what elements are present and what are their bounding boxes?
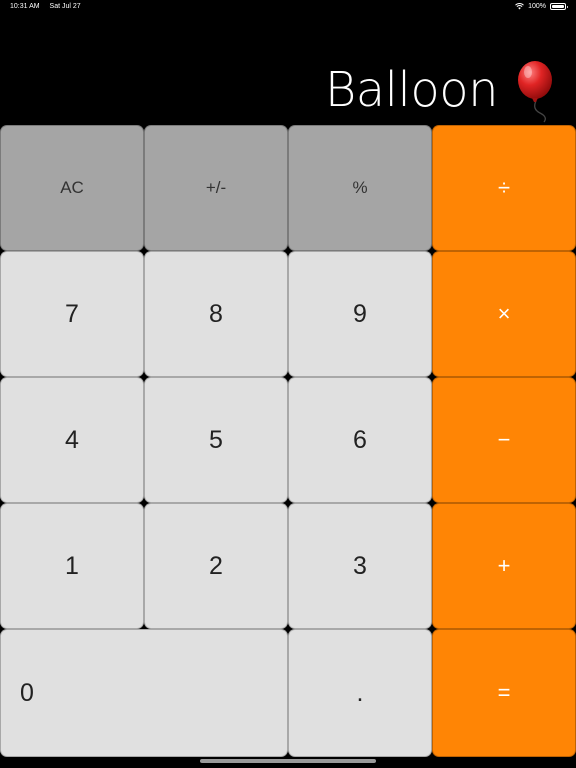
home-indicator[interactable]	[200, 759, 376, 763]
battery-percent: 100%	[528, 3, 546, 10]
plus-minus-button[interactable]: +/-	[144, 125, 288, 251]
multiply-button[interactable]: ×	[432, 251, 576, 377]
calculator-display: Balloon	[0, 56, 576, 124]
digit-8-button[interactable]: 8	[144, 251, 288, 377]
digit-6-button[interactable]: 6	[288, 377, 432, 503]
equals-button[interactable]: =	[432, 629, 576, 757]
display-value: Balloon	[324, 62, 499, 118]
digit-1-button[interactable]: 1	[0, 503, 144, 629]
plus-button[interactable]: +	[432, 503, 576, 629]
balloon-icon	[518, 61, 552, 123]
status-time: 10:31 AM	[10, 3, 40, 10]
wifi-icon	[515, 3, 524, 10]
digit-5-button[interactable]: 5	[144, 377, 288, 503]
digit-3-button[interactable]: 3	[288, 503, 432, 629]
percent-button[interactable]: %	[288, 125, 432, 251]
keypad: AC +/- % ÷ 7 8 9 × 4 5 6 − 1 2 3 + 0 . =	[0, 125, 576, 757]
digit-2-button[interactable]: 2	[144, 503, 288, 629]
status-date: Sat Jul 27	[49, 3, 81, 10]
status-bar: 10:31 AM Sat Jul 27 100%	[0, 0, 576, 14]
digit-7-button[interactable]: 7	[0, 251, 144, 377]
status-left: 10:31 AM Sat Jul 27	[10, 3, 89, 10]
divide-button[interactable]: ÷	[432, 125, 576, 251]
digit-9-button[interactable]: 9	[288, 251, 432, 377]
digit-0-button[interactable]: 0	[0, 629, 288, 757]
status-right: 100%	[515, 3, 568, 10]
battery-full-icon	[550, 3, 568, 10]
decimal-button[interactable]: .	[288, 629, 432, 757]
digit-4-button[interactable]: 4	[0, 377, 144, 503]
ac-button[interactable]: AC	[0, 125, 144, 251]
minus-button[interactable]: −	[432, 377, 576, 503]
